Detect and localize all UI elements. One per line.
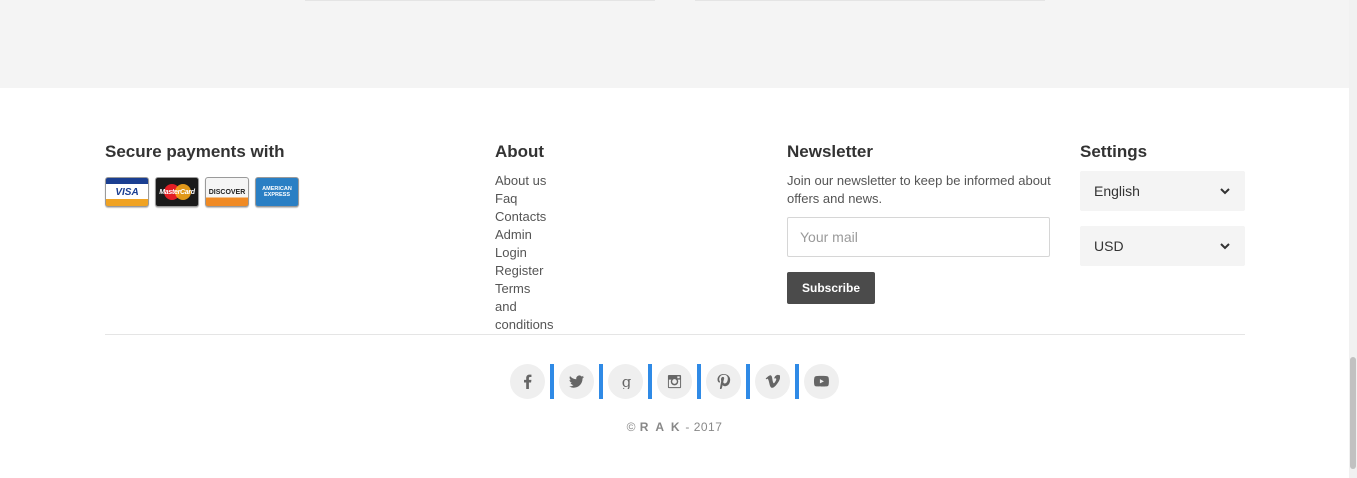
list-item: Faq — [495, 190, 554, 208]
discover-card-icon: DISCOVER — [205, 177, 249, 207]
visa-card-icon: VISA — [105, 177, 149, 207]
subscribe-button[interactable]: Subscribe — [787, 272, 875, 304]
about-links: About us Faq Contacts Admin Login Regist… — [495, 172, 554, 334]
top-band — [0, 0, 1349, 88]
payments-section: Secure payments with VISA MasterCard DIS… — [105, 142, 299, 207]
language-value: English — [1094, 183, 1140, 199]
copyright-year: - 2017 — [681, 420, 723, 434]
chevron-down-icon — [1220, 188, 1230, 195]
top-divider-left — [305, 0, 655, 1]
youtube-icon[interactable] — [804, 364, 839, 399]
social-separator — [746, 364, 750, 399]
mastercard-card-icon: MasterCard — [155, 177, 199, 207]
amex-card-icon: AMERICAN EXPRESS — [255, 177, 299, 207]
copyright: © R A K - 2017 — [0, 420, 1349, 434]
social-separator — [697, 364, 701, 399]
admin-login-link[interactable]: Admin Login — [495, 227, 532, 260]
google-plus-icon[interactable]: g — [608, 364, 643, 399]
settings-section: Settings English USD — [1080, 142, 1245, 266]
list-item: Admin Login — [495, 226, 554, 262]
payments-title: Secure payments with — [105, 142, 285, 161]
twitter-icon[interactable] — [559, 364, 594, 399]
contacts-link[interactable]: Contacts — [495, 209, 546, 224]
brand-name: R A K — [639, 420, 682, 434]
mastercard-label: MasterCard — [159, 188, 195, 196]
facebook-icon[interactable] — [510, 364, 545, 399]
newsletter-title: Newsletter — [787, 142, 873, 161]
language-select[interactable]: English — [1080, 171, 1245, 211]
svg-text:g: g — [622, 374, 632, 389]
list-item: Terms and conditions — [495, 280, 554, 334]
social-separator — [648, 364, 652, 399]
social-separator — [795, 364, 799, 399]
newsletter-section: Newsletter Join our newsletter to keep b… — [787, 142, 1051, 304]
list-item: Register — [495, 262, 554, 280]
social-links: g — [510, 364, 839, 399]
newsletter-description: Join our newsletter to keep be informed … — [787, 173, 1051, 206]
list-item: Contacts — [495, 208, 554, 226]
register-link[interactable]: Register — [495, 263, 543, 278]
currency-select[interactable]: USD — [1080, 226, 1245, 266]
copyright-symbol: © — [626, 420, 636, 434]
about-title: About — [495, 142, 545, 161]
top-divider-right — [695, 0, 1045, 1]
terms-link[interactable]: Terms and conditions — [495, 281, 554, 332]
scrollbar[interactable] — [1349, 0, 1357, 478]
email-field[interactable] — [787, 217, 1050, 257]
about-us-link[interactable]: About us — [495, 173, 546, 188]
settings-title: Settings — [1080, 142, 1148, 161]
scrollbar-thumb[interactable] — [1350, 357, 1356, 469]
footer-divider — [105, 334, 1245, 335]
social-separator — [599, 364, 603, 399]
social-separator — [550, 364, 554, 399]
currency-value: USD — [1094, 238, 1124, 254]
faq-link[interactable]: Faq — [495, 191, 517, 206]
list-item: About us — [495, 172, 554, 190]
pinterest-icon[interactable] — [706, 364, 741, 399]
instagram-icon[interactable] — [657, 364, 692, 399]
vimeo-icon[interactable] — [755, 364, 790, 399]
chevron-down-icon — [1220, 243, 1230, 250]
about-section: About About us Faq Contacts Admin Login … — [495, 142, 554, 333]
payment-cards: VISA MasterCard DISCOVER AMERICAN EXPRES… — [105, 177, 299, 207]
